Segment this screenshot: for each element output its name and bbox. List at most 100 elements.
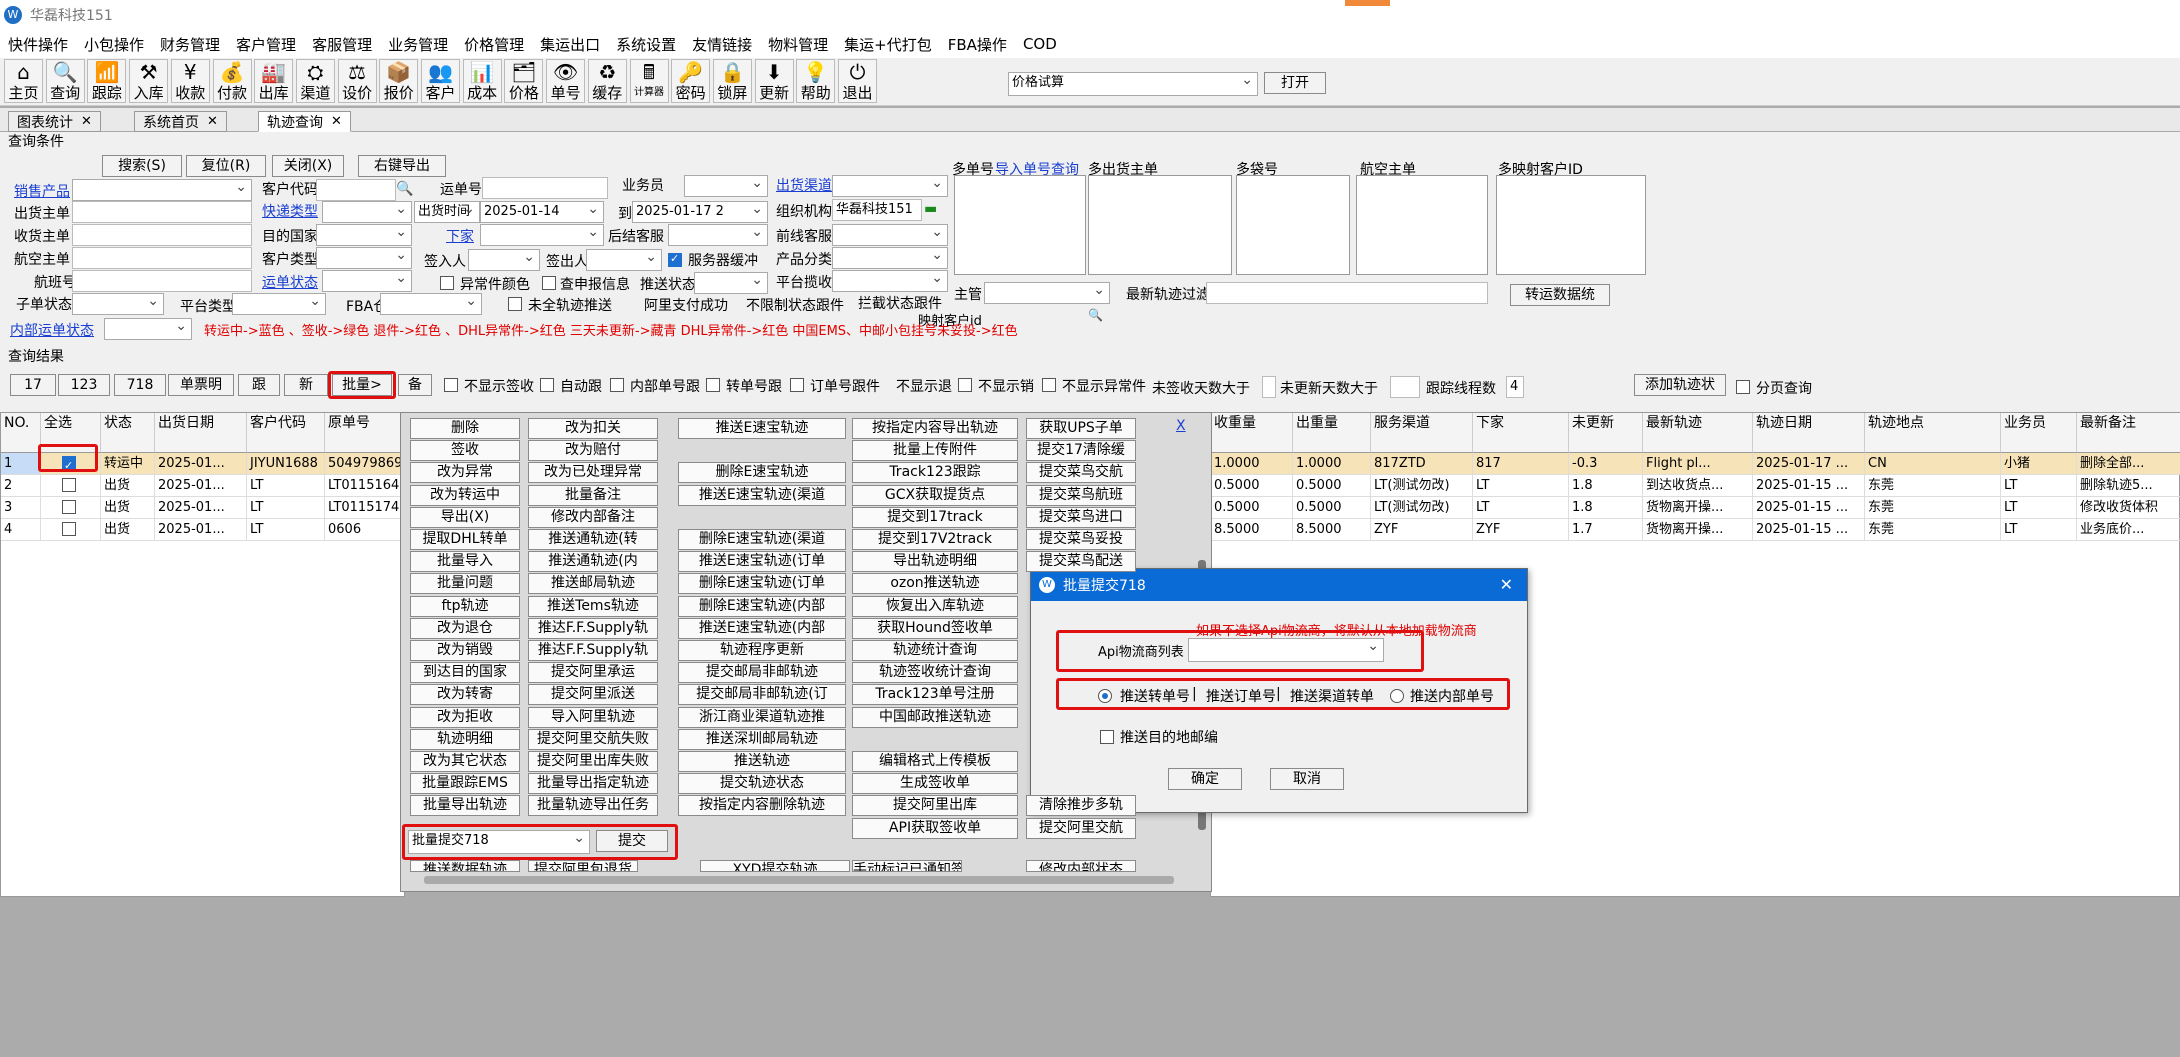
batch-op-button[interactable]: Track123跟踪: [852, 462, 1018, 484]
track-button[interactable]: 跟: [238, 374, 280, 396]
menu-item[interactable]: 友情链接: [684, 34, 760, 55]
table-cell[interactable]: 504979869: [325, 453, 406, 475]
batch-op-button[interactable]: GCX获取提货点: [852, 484, 1018, 506]
col-header[interactable]: 出重量: [1293, 413, 1371, 453]
menu-item[interactable]: 集运出口: [532, 34, 608, 55]
table-cell[interactable]: 2025-01...: [155, 475, 247, 497]
batch-op-button[interactable]: 提交邮局非邮轨迹(订: [678, 684, 846, 706]
unsigned-days-input[interactable]: [1262, 376, 1276, 398]
table-cell[interactable]: 2025-01-15 ...: [1753, 519, 1865, 541]
customer-code-input[interactable]: [316, 179, 396, 201]
batch-op-button[interactable]: 批量跟踪EMS: [410, 773, 520, 795]
col-header[interactable]: 轨迹日期: [1753, 413, 1865, 453]
org-input[interactable]: 华磊科技151: [832, 199, 922, 221]
batch-op-button[interactable]: 删除: [410, 418, 520, 439]
batch-op-button[interactable]: 按指定内容删除轨迹: [678, 795, 846, 817]
recv-master-input[interactable]: [72, 224, 252, 246]
table-cell[interactable]: LT0115174: [325, 497, 406, 519]
add-track-status-button[interactable]: 添加轨迹状: [1634, 374, 1726, 396]
table-cell[interactable]: 转运中: [101, 453, 155, 475]
batch-op-button[interactable]: 清除推步多轨: [1026, 795, 1136, 817]
waybill-input[interactable]: [482, 177, 608, 199]
multi-map-textarea[interactable]: [1496, 175, 1646, 275]
batch-op-button[interactable]: 改为异常: [410, 462, 520, 484]
menu-item[interactable]: 快件操作: [0, 34, 76, 55]
batch-op-button[interactable]: 批量导出指定轨迹: [528, 773, 658, 795]
hide-destroy-checkbox[interactable]: [958, 378, 972, 392]
next-select[interactable]: [480, 224, 604, 246]
remark-button[interactable]: 备: [398, 374, 432, 396]
close-button[interactable]: 关闭(X): [272, 155, 344, 177]
table-cell[interactable]: LT: [247, 497, 325, 519]
batch-op-button[interactable]: 轨迹明细: [410, 728, 520, 750]
table-cell[interactable]: 出货: [101, 519, 155, 541]
express-type-select[interactable]: [322, 201, 412, 223]
batch-op-button[interactable]: 修改内部状态: [1026, 860, 1136, 872]
multi-order-textarea[interactable]: [954, 175, 1086, 275]
table-cell[interactable]: LT: [247, 475, 325, 497]
results-btn-17[interactable]: 17: [10, 374, 56, 396]
batch-op-button[interactable]: 提取DHL转单: [410, 529, 520, 550]
dialog-ok-button[interactable]: 确定: [1168, 768, 1242, 790]
batch-op-button[interactable]: 提交阿里派送: [528, 684, 658, 706]
table-cell[interactable]: CN: [1865, 453, 2001, 475]
batch-op-button[interactable]: 改为已处理异常: [528, 462, 658, 484]
toolbar-button-15[interactable]: 🖩 计算器: [629, 59, 669, 103]
menu-item[interactable]: 价格管理: [456, 34, 532, 55]
table-cell[interactable]: 小猪: [2001, 453, 2077, 475]
backend-cs-select[interactable]: [668, 224, 768, 246]
col-header[interactable]: NO.: [1, 413, 41, 453]
wb-status-select[interactable]: [322, 270, 412, 292]
tab-home[interactable]: 系统首页 ✕: [134, 111, 227, 132]
threads-input[interactable]: 4: [1506, 376, 1524, 398]
transfer-no-track-checkbox[interactable]: [706, 378, 720, 392]
table-cell[interactable]: [41, 497, 101, 519]
table-cell[interactable]: 东莞: [1865, 497, 2001, 519]
batch-hscroll[interactable]: [424, 876, 1174, 884]
single-detail-button[interactable]: 单票明: [168, 374, 234, 396]
toolbar-button-0[interactable]: ⌂ 主页: [4, 59, 43, 103]
table-cell[interactable]: 2025-01...: [155, 519, 247, 541]
table-cell[interactable]: LT: [2001, 497, 2077, 519]
col-header[interactable]: 出货日期: [155, 413, 247, 453]
col-header[interactable]: 业务员: [2001, 413, 2077, 453]
row-select-checkbox[interactable]: [62, 500, 76, 514]
push-status-select[interactable]: [694, 272, 768, 294]
col-header[interactable]: 轨迹地点: [1865, 413, 2001, 453]
platform-select[interactable]: [832, 270, 948, 292]
table-cell[interactable]: 817ZTD: [1371, 453, 1473, 475]
table-cell[interactable]: LT0115164: [325, 475, 406, 497]
multi-bag-textarea[interactable]: [1236, 175, 1350, 275]
batch-op-button[interactable]: 提交轨迹状态: [678, 773, 846, 795]
batch-op-button[interactable]: 生成签收单: [852, 773, 1018, 795]
close-icon[interactable]: ✕: [81, 114, 92, 129]
batch-op-button[interactable]: 推达F.F.Supply轨: [528, 640, 658, 661]
table-cell[interactable]: 2025-01...: [155, 453, 247, 475]
toolbar-button-5[interactable]: 💰 付款: [212, 59, 252, 103]
toolbar-button-19[interactable]: 💡 帮助: [796, 59, 836, 103]
batch-op-button[interactable]: 推送深圳邮局轨迹: [678, 728, 846, 750]
table-cell[interactable]: Flight pl...: [1643, 453, 1753, 475]
toolbar-button-8[interactable]: ⚖ 设价: [337, 59, 377, 103]
open-button[interactable]: 打开: [1264, 72, 1326, 94]
table-cell[interactable]: 817: [1473, 453, 1569, 475]
table-cell[interactable]: LT(测试勿改): [1371, 497, 1473, 519]
batch-op-button[interactable]: 改为其它状态: [410, 751, 520, 772]
table-cell[interactable]: 2025-01-15 ...: [1753, 497, 1865, 519]
table-cell[interactable]: 出货: [101, 475, 155, 497]
out-time-type-select[interactable]: 出货时间: [414, 201, 480, 223]
batch-op-button[interactable]: 改为拒收: [410, 706, 520, 728]
col-header[interactable]: 原单号: [325, 413, 406, 453]
table-cell[interactable]: 0.5000: [1293, 497, 1371, 519]
table-cell[interactable]: 货物离开操...: [1643, 497, 1753, 519]
batch-op-button[interactable]: 修改内部备注: [528, 506, 658, 528]
transfer-stat-button[interactable]: 转运数据统: [1510, 284, 1610, 306]
table-cell[interactable]: [41, 475, 101, 497]
new-button[interactable]: 新: [284, 374, 328, 396]
table-cell[interactable]: 0.5000: [1211, 497, 1293, 519]
batch-op-button[interactable]: 推达F.F.Supply轨: [528, 617, 658, 639]
batch-op-button[interactable]: 改为赔付: [528, 440, 658, 462]
toolbar-button-2[interactable]: 📶 跟踪: [87, 59, 127, 103]
batch-op-button[interactable]: 推送通轨迹(转: [528, 529, 658, 550]
price-tool-select[interactable]: 价格试算: [1008, 72, 1258, 96]
